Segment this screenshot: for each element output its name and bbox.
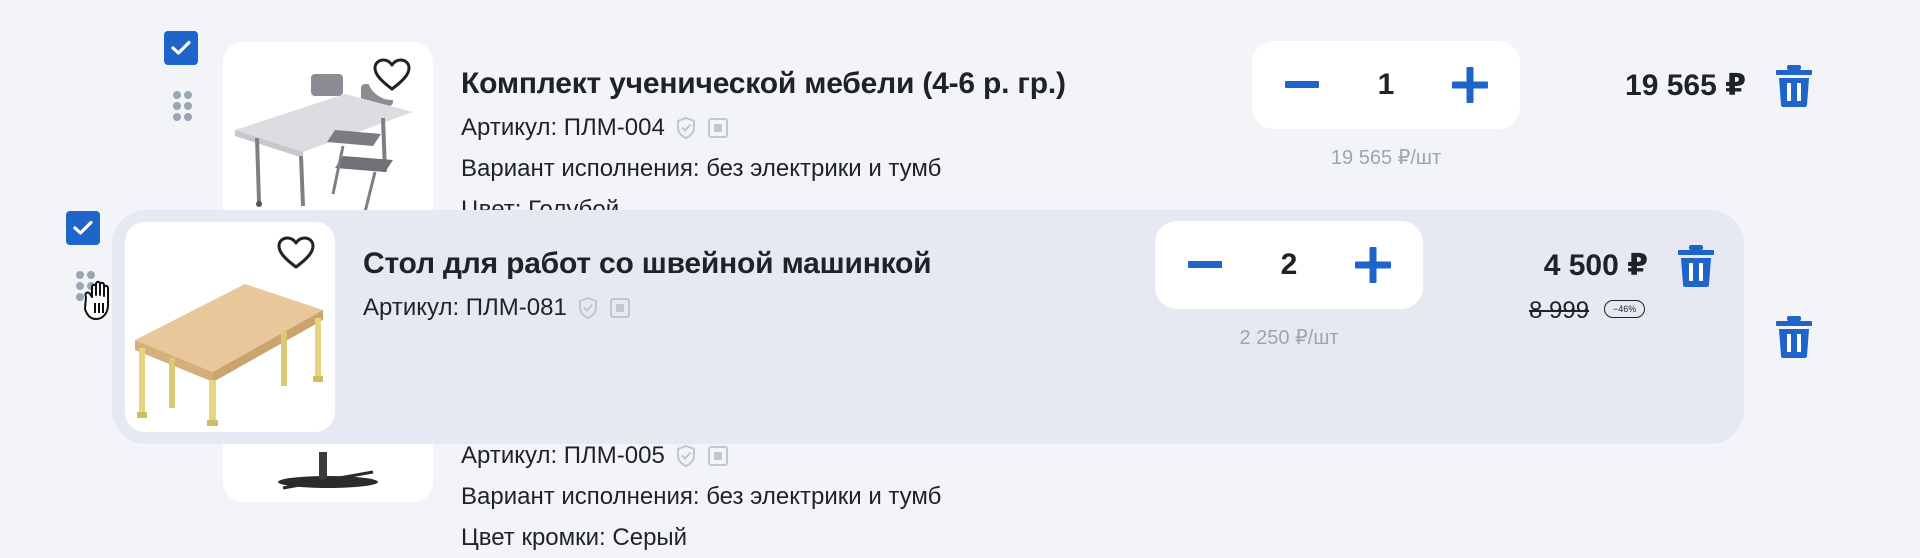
check-icon <box>73 220 93 235</box>
heart-icon <box>277 236 315 269</box>
shield-check-icon <box>577 296 599 320</box>
item-2-checkbox[interactable] <box>66 211 100 245</box>
item-1-delete-button[interactable] <box>1776 65 1812 107</box>
item-1-quantity-stepper: 1 <box>1252 41 1520 129</box>
item-1-price: 19 565 ₽ <box>1625 69 1746 102</box>
item-1-drag-handle[interactable] <box>173 91 192 121</box>
plus-icon <box>1452 67 1488 103</box>
item-2-decrease-button[interactable] <box>1185 245 1225 285</box>
item-2-image[interactable] <box>125 222 335 432</box>
item-2-increase-button[interactable] <box>1353 245 1393 285</box>
check-icon <box>171 40 191 55</box>
item-2-favorite-button[interactable] <box>271 228 321 278</box>
plus-icon <box>1355 247 1391 283</box>
minus-icon <box>1188 261 1222 268</box>
item-2-discount-badge: −46% <box>1604 300 1646 318</box>
item-1-decrease-button[interactable] <box>1282 65 1322 105</box>
item-3-edge-color: Цвет кромки: Серый <box>461 524 688 551</box>
drag-overlay <box>112 210 1744 444</box>
item-2-article: Артикул: ПЛМ-081 <box>363 294 631 322</box>
item-2-title[interactable]: Стол для работ со швейной машинкой <box>363 247 932 281</box>
item-1-title[interactable]: Комплект ученической мебели (4-6 р. гр.) <box>461 67 1066 101</box>
item-2-delete-button[interactable] <box>1678 245 1714 287</box>
heart-icon <box>373 58 411 91</box>
item-3-article-text: Артикул: ПЛМ-005 <box>461 442 665 469</box>
item-3-article: Артикул: ПЛМ-005 <box>461 442 729 470</box>
trash-icon <box>1776 316 1812 358</box>
square-code-icon <box>609 297 631 319</box>
item-2-price: 4 500 ₽ <box>1543 249 1648 282</box>
item-3-variant: Вариант исполнения: без электрики и тумб <box>461 483 942 510</box>
item-2-article-text: Артикул: ПЛМ-081 <box>363 294 567 321</box>
item-1-article-text: Артикул: ПЛМ-004 <box>461 114 665 141</box>
square-code-icon <box>707 445 729 467</box>
grab-hand-icon <box>78 275 122 323</box>
item-2-unit-price: 2 250 ₽/шт <box>1239 327 1339 349</box>
square-code-icon <box>707 117 729 139</box>
item-2-quantity-stepper: 2 <box>1155 221 1423 309</box>
item-2-quantity-value[interactable]: 2 <box>1269 248 1309 282</box>
shield-check-icon <box>675 444 697 468</box>
minus-icon <box>1285 81 1319 88</box>
trash-icon <box>1776 65 1812 107</box>
item-1-quantity-value[interactable]: 1 <box>1366 68 1406 102</box>
trash-icon <box>1678 245 1714 287</box>
item-1-variant: Вариант исполнения: без электрики и тумб <box>461 155 942 182</box>
item-1-checkbox[interactable] <box>164 31 198 65</box>
shield-check-icon <box>675 116 697 140</box>
item-1-favorite-button[interactable] <box>367 50 417 100</box>
item-1-unit-price: 19 565 ₽/шт <box>1330 147 1442 169</box>
item-2-old-price: 8 999 <box>1529 297 1590 324</box>
item-3-delete-button[interactable] <box>1776 316 1812 358</box>
item-1-article: Артикул: ПЛМ-004 <box>461 114 729 142</box>
item-1-increase-button[interactable] <box>1450 65 1490 105</box>
